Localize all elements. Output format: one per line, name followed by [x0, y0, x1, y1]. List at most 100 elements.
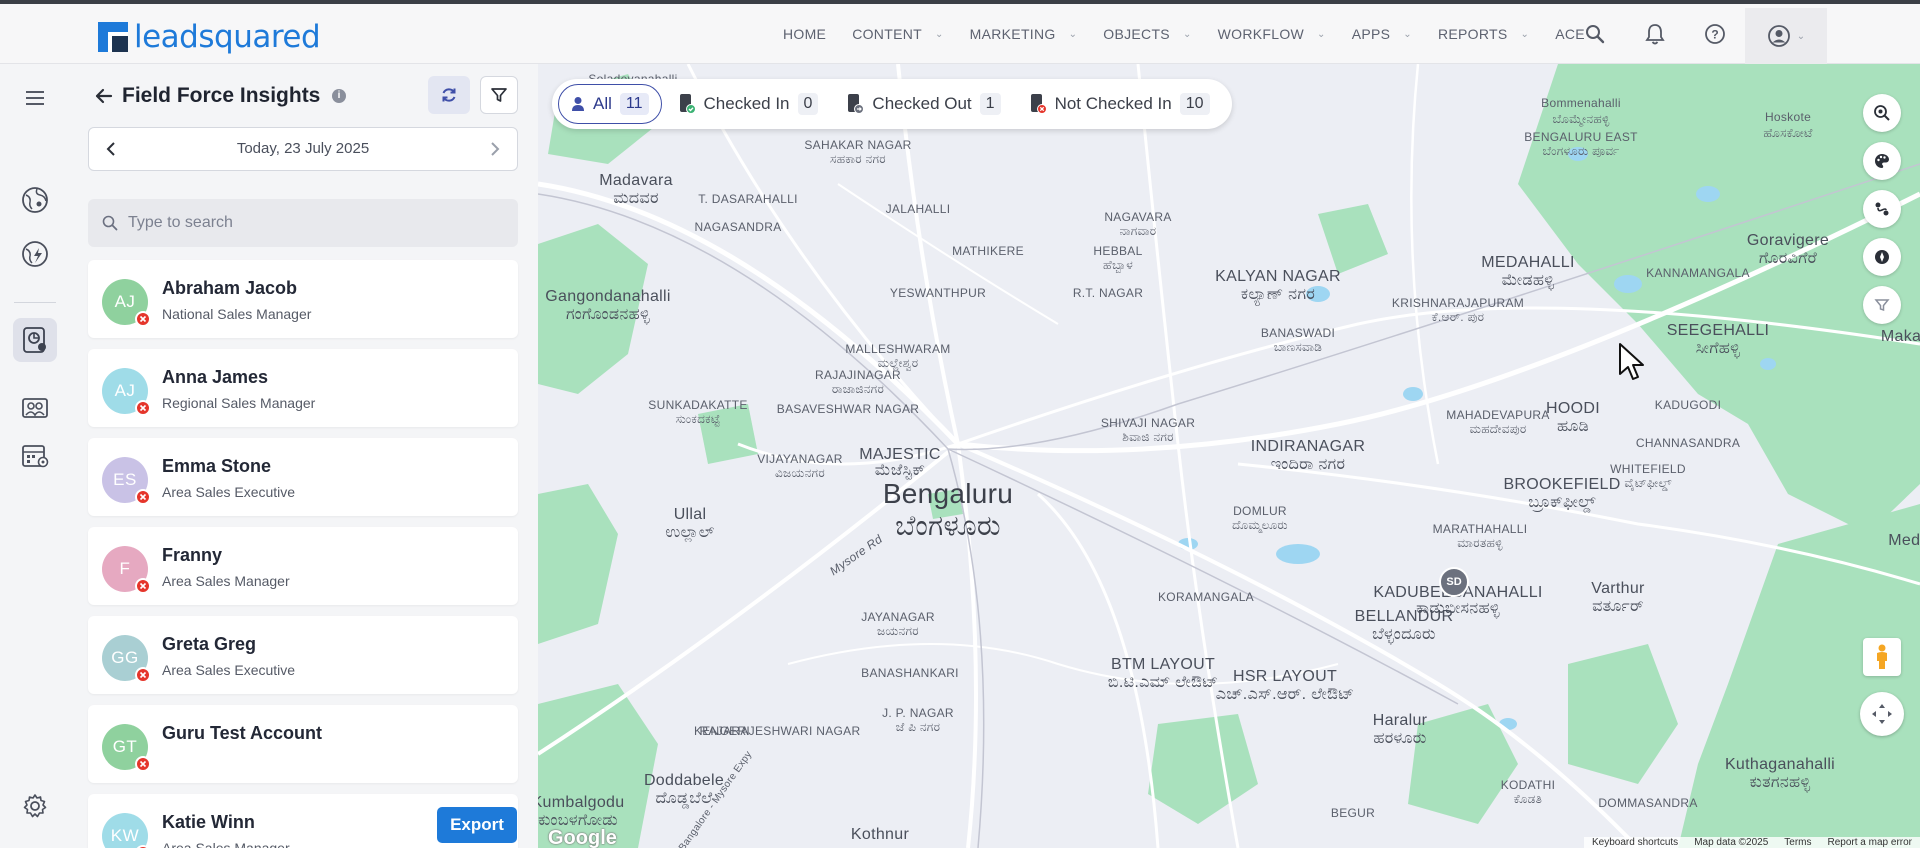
- chevron-down-icon[interactable]: ⌄: [1521, 29, 1530, 40]
- chevron-down-icon[interactable]: ⌄: [1183, 29, 1192, 40]
- avatar-initials: AJ: [114, 381, 136, 400]
- map-view[interactable]: SoladevanahalliBommenahalliಬೊಮ್ಮೇನಹಳ್ಳಿB…: [538, 64, 1920, 848]
- user-role: Area Sales Executive: [162, 662, 296, 678]
- map-place-label: MEDAHALLI: [1481, 254, 1575, 271]
- user-name: Katie Winn: [162, 812, 255, 832]
- profile-icon: [1767, 25, 1790, 47]
- menu-icon[interactable]: [13, 76, 57, 120]
- pegman-icon[interactable]: [1863, 638, 1901, 676]
- map-place-label: ಮದವರ: [613, 190, 659, 207]
- chevron-down-icon[interactable]: ⌄: [1403, 29, 1412, 40]
- map-place-label: NAGAVARA: [1104, 210, 1172, 224]
- user-name: Greta Greg: [162, 634, 257, 654]
- nav-item-apps[interactable]: APPS ⌄: [1339, 4, 1425, 64]
- route-icon[interactable]: [1863, 190, 1901, 228]
- user-card[interactable]: F Franny Area Sales Manager: [88, 527, 518, 605]
- profile-menu[interactable]: ⌄: [1745, 8, 1827, 64]
- map-attribution-link[interactable]: Terms: [1784, 837, 1811, 848]
- settings-icon[interactable]: [13, 784, 57, 828]
- bell-icon[interactable]: [1625, 4, 1685, 64]
- user-role: Regional Sales Manager: [162, 395, 316, 411]
- avatar-initials: KW: [110, 826, 140, 845]
- chevron-right-icon[interactable]: [485, 139, 505, 159]
- map-attribution-link[interactable]: Map data ©2025: [1694, 837, 1768, 848]
- filter-button[interactable]: [480, 76, 518, 114]
- user-card[interactable]: AJ Anna James Regional Sales Manager: [88, 349, 518, 427]
- map-place-label: SUNKADAKATTE: [648, 398, 748, 412]
- user-card[interactable]: GG Greta Greg Area Sales Executive: [88, 616, 518, 694]
- search-input[interactable]: [128, 214, 508, 232]
- user-card[interactable]: GT Guru Test Account: [88, 705, 518, 783]
- map-place-label: DOMLUR: [1233, 504, 1287, 518]
- map-place-label: ಹೊಸಕೋಟೆ: [1763, 126, 1813, 140]
- field-force-icon[interactable]: [13, 318, 57, 362]
- not-checked-in-badge-icon: [135, 311, 151, 327]
- calendar-location-icon[interactable]: [13, 434, 57, 478]
- phone-check-icon: [678, 93, 696, 115]
- refresh-icon: [442, 88, 456, 102]
- nav-item-content[interactable]: CONTENT ⌄: [839, 4, 956, 64]
- leadsquared-logo[interactable]: leadsquared: [98, 22, 321, 53]
- map-place-label: ಕಲ್ಯಾಣ್ ನಗರ: [1240, 286, 1316, 303]
- filter-chip-checked-in[interactable]: Checked In 0: [666, 84, 831, 124]
- map-place-label: Kuthaganahalli: [1724, 756, 1836, 773]
- avatar: KW: [102, 813, 151, 848]
- avatar: GG: [102, 635, 151, 683]
- globe-lightning-icon[interactable]: [13, 232, 57, 276]
- help-icon[interactable]: ?: [1685, 4, 1745, 64]
- nav-item-objects[interactable]: OBJECTS ⌄: [1090, 4, 1204, 64]
- user-card[interactable]: AJ Abraham Jacob National Sales Manager: [88, 260, 518, 338]
- avatar-initials: GT: [112, 737, 138, 756]
- nav-item-label: APPS: [1351, 26, 1391, 42]
- map-attribution-link[interactable]: Report a map error: [1828, 837, 1912, 848]
- chevron-down-icon[interactable]: ⌄: [1317, 29, 1326, 40]
- back-arrow-icon[interactable]: [92, 84, 116, 108]
- map-attribution-link[interactable]: Keyboard shortcuts: [1592, 837, 1678, 848]
- field-force-panel: Field Force Insights i Today, 23 July 20…: [70, 64, 538, 848]
- user-card[interactable]: ES Emma Stone Area Sales Executive: [88, 438, 518, 516]
- map-place-label: ಕುತಗನಹಳ್ಳಿ: [1749, 774, 1811, 791]
- chevron-down-icon[interactable]: ⌄: [935, 29, 944, 40]
- nav-item-workflow[interactable]: WORKFLOW ⌄: [1205, 4, 1339, 64]
- filter-chip-checked-out[interactable]: Checked Out 1: [834, 84, 1012, 124]
- nav-item-home[interactable]: HOME: [770, 4, 839, 64]
- info-icon[interactable]: i: [332, 89, 346, 103]
- map-place-label: JALAHALLI: [885, 202, 951, 216]
- map-place-label: ಸಹಕಾರ ನಗರ: [830, 152, 886, 166]
- map-place-label: JAYANAGAR: [861, 610, 935, 624]
- map-place-label: Varthur: [1591, 580, 1645, 597]
- map-place-label: ಕೊಡತಿ: [1513, 792, 1543, 806]
- nav-item-marketing[interactable]: MARKETING ⌄: [957, 4, 1091, 64]
- refresh-button[interactable]: [428, 76, 470, 114]
- search-icon[interactable]: [1565, 4, 1625, 64]
- export-button[interactable]: Export: [437, 807, 517, 843]
- avatar-initials: GG: [111, 648, 139, 667]
- filter-chip-label: Checked Out: [872, 94, 972, 113]
- filter-chip-count: 10: [1179, 93, 1210, 115]
- user-location-marker[interactable]: SD: [1439, 567, 1469, 597]
- map-place-label: YESWANTHPUR: [889, 286, 987, 300]
- filter-chip-not-checked-in[interactable]: Not Checked In 10: [1017, 84, 1222, 124]
- compass-icon[interactable]: [1863, 238, 1901, 276]
- filter-chip-all[interactable]: All 11: [558, 84, 662, 124]
- map-place-label: BELLANDUR: [1354, 608, 1454, 625]
- map-filter-icon[interactable]: [1863, 286, 1901, 324]
- logo-mark-icon: [98, 22, 128, 52]
- zoom-search-icon[interactable]: [1863, 94, 1901, 132]
- map-place-label: MARATHAHALLI: [1432, 522, 1528, 536]
- map-pan-control-icon[interactable]: [1860, 692, 1904, 736]
- globe-people-icon[interactable]: [13, 178, 57, 222]
- nav-item-reports[interactable]: REPORTS ⌄: [1425, 4, 1542, 64]
- team-map-icon[interactable]: [13, 386, 57, 430]
- map-place-label: ಬಾಣಸವಾಡಿ: [1273, 340, 1323, 354]
- chevron-down-icon[interactable]: ⌄: [1069, 29, 1078, 40]
- map-place-label: Gangondanahalli: [545, 288, 671, 305]
- map-place-label: Haralur: [1372, 712, 1428, 729]
- map-place-label: ಬೆಂಗಳೂರು: [895, 510, 1001, 541]
- date-navigator: Today, 23 July 2025: [88, 127, 518, 171]
- map-place-label: ಬಿ.ಟಿ.ಎಮ್ ಲೇಔಟ್: [1107, 674, 1219, 691]
- map-place-label: VIJAYANAGAR: [757, 452, 843, 466]
- map-place-label: R.T. NAGAR: [1072, 286, 1144, 300]
- user-list: AJ Abraham Jacob National Sales Manager AJ A…: [88, 260, 518, 848]
- palette-icon[interactable]: [1863, 142, 1901, 180]
